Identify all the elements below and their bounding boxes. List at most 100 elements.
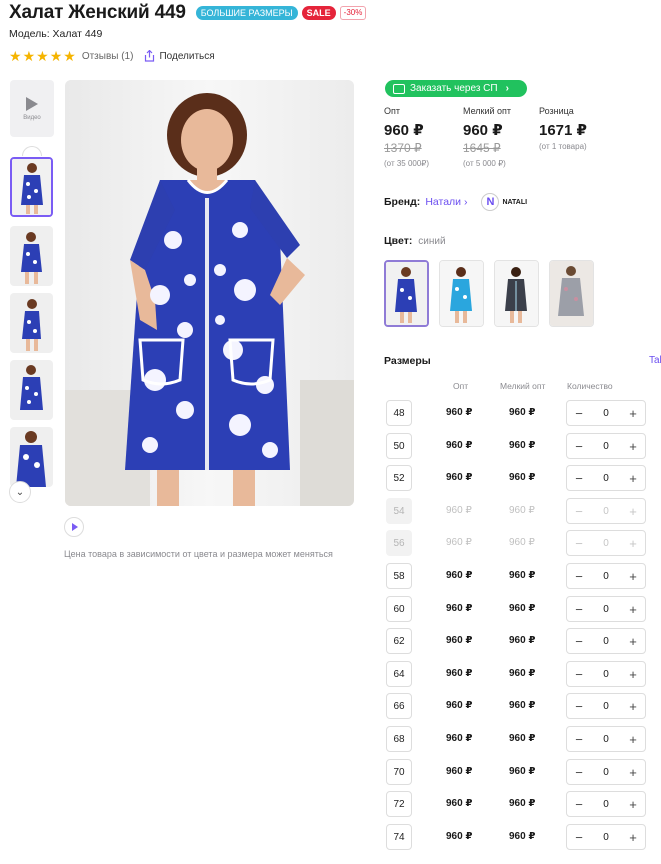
size-price-opt: 960 ₽ <box>446 733 473 744</box>
minus-icon[interactable]: − <box>573 732 585 747</box>
quantity-stepper[interactable]: − 0 + <box>566 791 646 817</box>
quantity-stepper[interactable]: − 0 + <box>566 693 646 719</box>
size-price-opt: 960 ₽ <box>446 798 473 809</box>
size-price-small-opt: 960 ₽ <box>509 700 536 711</box>
size-price-opt: 960 ₽ <box>446 472 473 483</box>
plus-icon[interactable]: + <box>627 732 639 747</box>
minus-icon[interactable]: − <box>573 830 585 845</box>
quantity-value[interactable]: 0 <box>603 734 609 745</box>
quantity-value[interactable]: 0 <box>603 767 609 778</box>
thumbs-scroll-down[interactable]: ⌄ <box>9 481 31 503</box>
sale-badge: SALE <box>301 6 336 20</box>
quantity-value[interactable]: 0 <box>603 571 609 582</box>
thumbnail-1[interactable] <box>10 157 53 217</box>
video-play-button[interactable] <box>64 517 84 537</box>
size-row: 70 960 ₽ 960 ₽ − 0 + <box>386 759 646 785</box>
color-swatch-turquoise[interactable] <box>439 260 484 327</box>
thumbnail-3[interactable] <box>10 293 53 353</box>
quantity-value: 0 <box>603 505 609 517</box>
quantity-stepper[interactable]: − 0 + <box>566 759 646 785</box>
size-price-opt: 960 ₽ <box>446 766 473 777</box>
size-row: 56 960 ₽ 960 ₽ − 0 + <box>386 530 646 556</box>
star-icon: ★ <box>9 48 22 64</box>
quantity-value[interactable]: 0 <box>603 701 609 712</box>
minus-icon[interactable]: − <box>573 569 585 584</box>
plus-icon[interactable]: + <box>627 667 639 682</box>
minus-icon[interactable]: − <box>573 765 585 780</box>
quantity-stepper[interactable]: − 0 + <box>566 563 646 589</box>
plus-icon[interactable]: + <box>627 634 639 649</box>
quantity-value[interactable]: 0 <box>603 669 609 680</box>
size-price-small-opt: 960 ₽ <box>509 505 535 516</box>
plus-icon[interactable]: + <box>627 602 639 617</box>
quantity-stepper[interactable]: − 0 + <box>566 596 646 622</box>
quantity-stepper[interactable]: − 0 + <box>566 433 646 459</box>
price-note: Цена товара в зависимости от цвета и раз… <box>64 549 333 559</box>
size-price-small-opt: 960 ₽ <box>509 766 536 777</box>
share-button[interactable]: Поделиться <box>144 50 215 62</box>
quantity-value[interactable]: 0 <box>603 832 609 843</box>
quantity-value[interactable]: 0 <box>603 636 609 647</box>
share-icon <box>145 50 155 62</box>
minus-icon[interactable]: − <box>573 471 585 486</box>
plus-icon[interactable]: + <box>627 569 639 584</box>
size-price-small-opt: 960 ₽ <box>509 798 536 809</box>
size-label: 60 <box>386 596 412 622</box>
color-swatch-blue[interactable] <box>384 260 429 327</box>
price-value: 1671 ₽ <box>539 122 587 139</box>
size-table-link[interactable]: Tab <box>649 355 661 366</box>
size-label: 68 <box>386 726 412 752</box>
color-swatch-grey[interactable] <box>549 260 594 327</box>
size-price-opt: 960 ₽ <box>446 505 472 516</box>
minus-icon[interactable]: − <box>573 406 585 421</box>
quantity-stepper[interactable]: − 0 + <box>566 726 646 752</box>
minus-icon[interactable]: − <box>573 797 585 812</box>
main-product-image[interactable] <box>65 80 354 506</box>
quantity-value[interactable]: 0 <box>603 441 609 452</box>
quantity-stepper[interactable]: − 0 + <box>566 628 646 654</box>
thumbs-scroll-up[interactable] <box>22 146 42 156</box>
size-price-small-opt: 960 ₽ <box>509 570 536 581</box>
plus-icon[interactable]: + <box>627 439 639 454</box>
minus-icon[interactable]: − <box>573 667 585 682</box>
plus-icon[interactable]: + <box>627 406 639 421</box>
size-row: 62 960 ₽ 960 ₽ − 0 + <box>386 628 646 654</box>
brand-logo[interactable]: N NATALI <box>481 193 527 211</box>
share-label: Поделиться <box>159 50 215 62</box>
play-icon <box>72 523 78 531</box>
reviews-link[interactable]: Отзывы (1) <box>82 51 134 62</box>
minus-icon[interactable]: − <box>573 699 585 714</box>
quantity-value[interactable]: 0 <box>603 473 609 484</box>
star-icon: ★ <box>49 48 63 64</box>
star-icon: ★ <box>22 48 36 64</box>
size-label: 54 <box>386 498 412 524</box>
plus-icon[interactable]: + <box>627 471 639 486</box>
minus-icon[interactable]: − <box>573 634 585 649</box>
quantity-value[interactable]: 0 <box>603 408 609 419</box>
video-thumbnail[interactable]: Видео <box>10 80 54 137</box>
price-value: 960 ₽ <box>463 122 503 139</box>
plus-icon[interactable]: + <box>627 765 639 780</box>
color-swatch-dark[interactable] <box>494 260 539 327</box>
quantity-stepper[interactable]: − 0 + <box>566 465 646 491</box>
quantity-stepper[interactable]: − 0 + <box>566 400 646 426</box>
minus-icon[interactable]: − <box>573 439 585 454</box>
plus-icon[interactable]: + <box>627 830 639 845</box>
quantity-value[interactable]: 0 <box>603 799 609 810</box>
quantity-value[interactable]: 0 <box>603 604 609 615</box>
size-price-small-opt: 960 ₽ <box>509 668 536 679</box>
minus-icon[interactable]: − <box>573 602 585 617</box>
thumbnail-2[interactable] <box>10 226 53 286</box>
quantity-stepper[interactable]: − 0 + <box>566 661 646 687</box>
thumbnail-5[interactable] <box>10 427 53 487</box>
quantity-stepper[interactable]: − 0 + <box>566 824 646 850</box>
size-price-opt: 960 ₽ <box>446 603 473 614</box>
size-price-small-opt: 960 ₽ <box>509 472 536 483</box>
plus-icon[interactable]: + <box>627 699 639 714</box>
thumbnail-4[interactable] <box>10 360 53 420</box>
plus-icon[interactable]: + <box>627 797 639 812</box>
brand-link[interactable]: Натали › <box>425 196 467 208</box>
size-price-small-opt: 960 ₽ <box>509 831 536 842</box>
star-icon: ★ <box>36 48 49 64</box>
order-via-sp-button[interactable]: Заказать через СП › <box>385 80 527 97</box>
